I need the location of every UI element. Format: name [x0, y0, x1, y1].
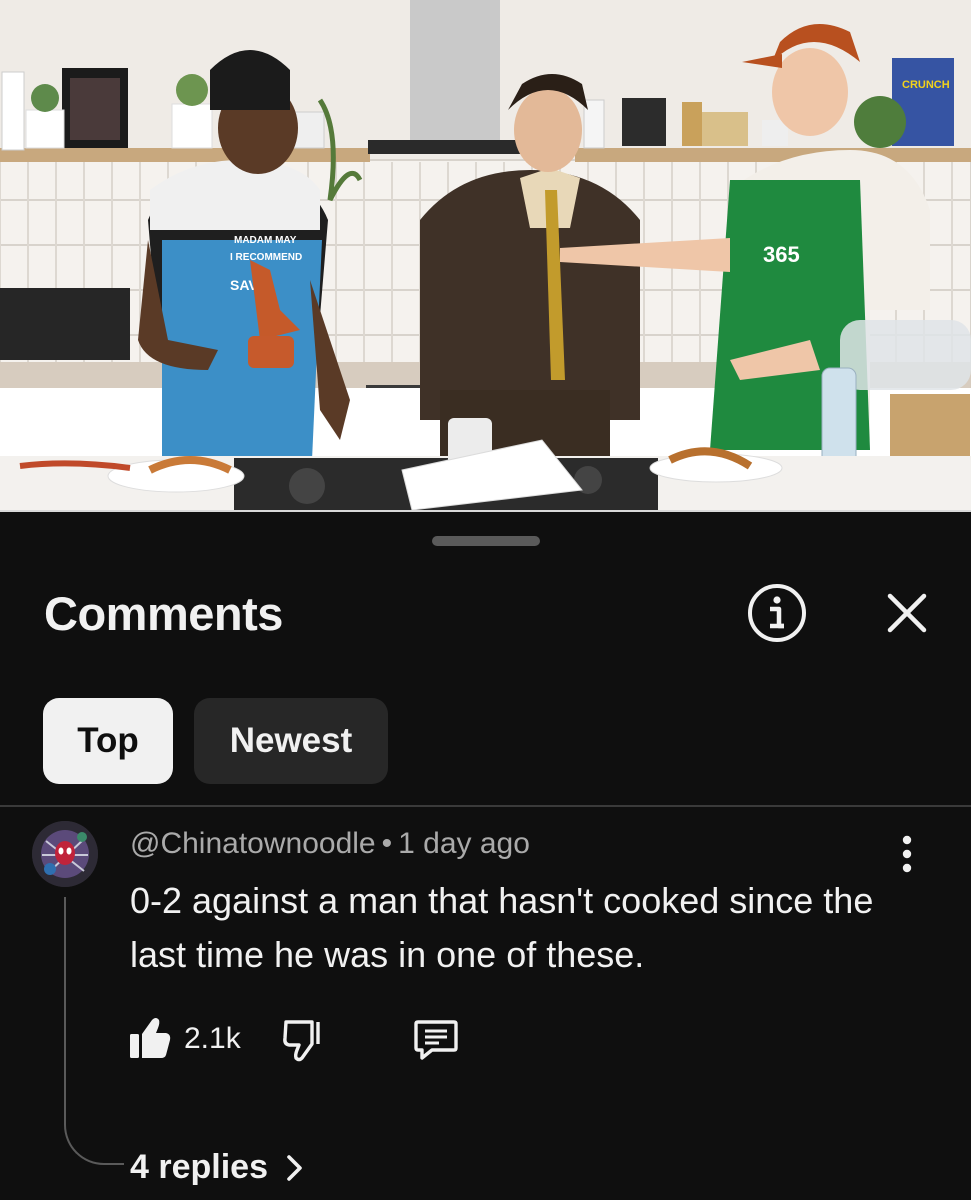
video-progress-bar[interactable] — [0, 510, 971, 512]
close-icon — [887, 593, 927, 633]
info-button[interactable] — [746, 582, 808, 644]
comments-sheet: Comments Top Newest @Chinatownoodle • 1 … — [0, 514, 971, 1200]
comment-actions: 2.1k — [0, 1014, 971, 1074]
thumbs-down-icon — [283, 1020, 320, 1062]
divider — [0, 805, 971, 807]
like-button[interactable] — [128, 1014, 172, 1062]
thumbs-up-icon — [130, 1018, 171, 1058]
drag-handle[interactable] — [432, 536, 540, 546]
sort-chip-top[interactable]: Top — [43, 698, 173, 784]
cereal-box-text: CRUNCH — [902, 79, 950, 91]
comment-text: 0-2 against a man that hasn't cooked sin… — [130, 880, 874, 975]
like-count: 2.1k — [184, 1022, 241, 1055]
comment-time: 1 day ago — [398, 827, 530, 860]
reply-icon — [414, 1020, 458, 1060]
reply-button[interactable] — [412, 1016, 460, 1064]
comment-meta: @Chinatownoodle • 1 day ago — [130, 827, 530, 861]
info-icon — [748, 584, 806, 642]
dislike-button[interactable] — [282, 1016, 326, 1064]
apron-text-1: MADAM MAY — [234, 235, 297, 246]
apron-text-2: I RECOMMEND — [230, 252, 302, 263]
comment-author[interactable]: @Chinatownoodle — [130, 827, 376, 860]
close-button[interactable] — [878, 584, 936, 642]
view-replies-button[interactable]: 4 replies — [130, 1148, 306, 1187]
video-player[interactable]: CRUNCH MADAM MAY I RECOMMEND SAVE 365 — [0, 0, 971, 512]
comments-title: Comments — [44, 587, 283, 640]
more-options-button[interactable] — [890, 832, 924, 876]
video-frame: CRUNCH MADAM MAY I RECOMMEND SAVE 365 — [0, 0, 971, 512]
replies-label: 4 replies — [130, 1148, 268, 1186]
chevron-right-icon — [287, 1154, 302, 1181]
avatar[interactable] — [32, 821, 98, 887]
sort-chip-newest[interactable]: Newest — [194, 698, 388, 784]
avatar-image — [32, 821, 98, 887]
apron-logo-text: 365 — [763, 242, 800, 267]
more-vert-icon — [902, 835, 912, 873]
meta-separator: • — [381, 827, 393, 860]
